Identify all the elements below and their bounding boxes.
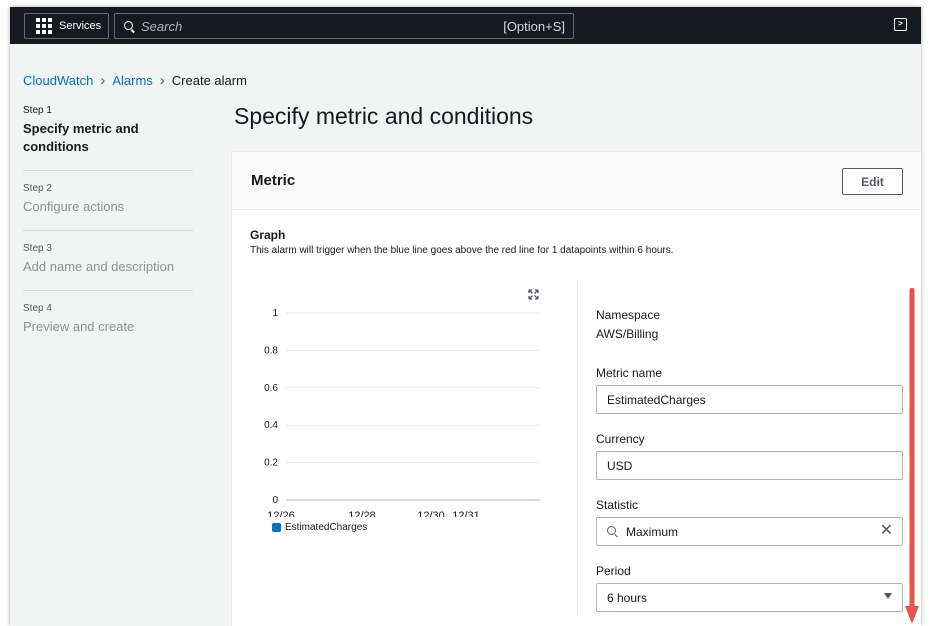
search-placeholder: Search [141, 18, 183, 34]
metric-panel-title: Metric [251, 172, 296, 189]
x-tick-label: 12/31 [452, 510, 480, 517]
period-field: Period 6 hours [596, 564, 903, 612]
y-tick-label: 0 [272, 495, 278, 506]
metric-name-value: EstimatedCharges [607, 392, 706, 407]
caret-down-icon [884, 593, 892, 599]
x-tick-label: 12/26 [267, 510, 295, 517]
x-tick-label: 12/30 [417, 510, 445, 517]
breadcrumb-current: Create alarm [171, 73, 247, 88]
statistic-label: Statistic [596, 498, 639, 512]
currency-field: Currency USD [596, 432, 903, 480]
metric-chart: 1 0.8 0.6 0.4 0.2 0 12/26 12/28 12/30 12/31 [264, 308, 540, 517]
step-number: Step 3 [23, 243, 52, 254]
browser-frame: Services Search [Option+S] > CloudWatch … [10, 7, 921, 626]
y-tick-label: 0.4 [264, 420, 278, 431]
chevron-right-icon: › [100, 72, 106, 89]
top-navigation: Services Search [Option+S] > [10, 7, 921, 44]
y-tick-label: 0.2 [264, 458, 278, 469]
currency-value: USD [607, 458, 633, 473]
period-value: 6 hours [607, 590, 648, 605]
step-2: Step 2 Configure actions [23, 183, 193, 231]
step-4: Step 4 Preview and create [23, 303, 193, 350]
metric-name-input[interactable]: EstimatedCharges [596, 385, 903, 414]
search-icon [124, 20, 135, 32]
search-icon [607, 526, 618, 537]
metric-panel: Metric Edit Graph This alarm will trigge… [232, 151, 921, 626]
legend-swatch [272, 523, 281, 532]
currency-label: Currency [596, 432, 645, 446]
statistic-field: Statistic Maximum ✕ [596, 498, 903, 546]
breadcrumb: CloudWatch › Alarms › Create alarm [23, 72, 247, 89]
page-title: Specify metric and conditions [234, 103, 534, 129]
cloudshell-icon[interactable]: > [894, 18, 907, 31]
wizard-steps: Step 1 Specify metric and conditions Ste… [23, 105, 193, 362]
metric-name-label: Metric name [596, 366, 663, 380]
y-tick-label: 0.8 [264, 345, 278, 356]
column-divider [577, 280, 578, 615]
y-tick-label: 1 [272, 308, 278, 319]
x-tick-label: 12/28 [348, 510, 376, 517]
step-1: Step 1 Specify metric and conditions [23, 105, 193, 171]
step-title: Add name and description [23, 259, 175, 274]
scroll-down-arrow-icon [905, 288, 919, 624]
services-menu-button[interactable]: Services [24, 13, 109, 39]
step-number: Step 1 [23, 105, 52, 116]
namespace-field: Namespace AWS/Billing [596, 308, 660, 341]
metric-panel-header: Metric Edit [232, 152, 921, 210]
edit-button[interactable]: Edit [842, 168, 903, 195]
chart-legend: EstimatedCharges [272, 522, 367, 533]
legend-label: EstimatedCharges [285, 522, 368, 533]
step-number: Step 2 [23, 183, 52, 194]
step-3: Step 3 Add name and description [23, 243, 193, 291]
search-shortcut-hint: [Option+S] [503, 18, 565, 34]
statistic-value: Maximum [626, 524, 679, 539]
breadcrumb-alarms[interactable]: Alarms [112, 73, 152, 88]
graph-description: This alarm will trigger when the blue li… [250, 245, 674, 256]
chevron-right-icon: › [159, 72, 165, 89]
period-label: Period [596, 564, 631, 578]
graph-title: Graph [250, 228, 286, 242]
global-search-input[interactable]: Search [Option+S] [114, 13, 574, 39]
close-icon[interactable]: ✕ [880, 523, 893, 539]
step-title: Preview and create [23, 319, 135, 334]
currency-input[interactable]: USD [596, 451, 903, 480]
namespace-label: Namespace [596, 308, 661, 322]
y-tick-label: 0.6 [264, 383, 278, 394]
statistic-select[interactable]: Maximum ✕ [596, 517, 903, 546]
step-number: Step 4 [23, 303, 52, 314]
apps-grid-icon [36, 18, 52, 34]
period-select[interactable]: 6 hours [596, 583, 903, 612]
metric-name-field: Metric name EstimatedCharges [596, 366, 903, 414]
step-title: Specify metric and conditions [23, 121, 139, 154]
breadcrumb-cloudwatch[interactable]: CloudWatch [23, 73, 93, 88]
services-label: Services [59, 20, 102, 32]
namespace-value: AWS/Billing [596, 327, 659, 341]
step-title: Configure actions [23, 199, 125, 214]
